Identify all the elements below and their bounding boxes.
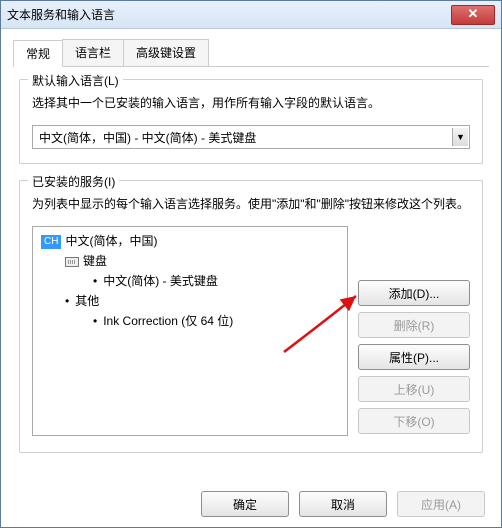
group-installed-services: 已安装的服务(I) 为列表中显示的每个输入语言选择服务。使用"添加"和"删除"按…: [19, 180, 483, 453]
tree-other-label: 其他: [75, 294, 99, 308]
cancel-button[interactable]: 取消: [299, 491, 387, 517]
content-area: 常规 语言栏 高级键设置 默认输入语言(L) 选择其中一个已安装的输入语言，用作…: [1, 29, 501, 453]
lang-badge-icon: CH: [41, 235, 61, 249]
default-language-dropdown[interactable]: 中文(简体，中国) - 中文(简体) - 美式键盘 ▼: [32, 125, 470, 149]
tree-keyboard-item[interactable]: • 中文(简体) - 美式键盘: [37, 271, 343, 291]
tree-keyboard-item-label: 中文(简体) - 美式键盘: [103, 274, 218, 288]
chevron-down-icon: ▼: [452, 128, 468, 146]
tree-root[interactable]: CH 中文(简体，中国): [37, 231, 343, 251]
close-icon: ✕: [468, 6, 479, 21]
group-default-language-legend: 默认输入语言(L): [28, 72, 123, 89]
bullet-icon: •: [93, 274, 97, 288]
tree-keyboard-label: 键盘: [83, 254, 107, 268]
tab-bar: 常规 语言栏 高级键设置: [13, 39, 489, 67]
window-title: 文本服务和输入语言: [7, 6, 451, 23]
titlebar: 文本服务和输入语言 ✕: [1, 1, 501, 29]
tab-langbar[interactable]: 语言栏: [62, 39, 124, 66]
keyboard-icon: [65, 257, 79, 267]
service-buttons: 添加(D)... 删除(R) 属性(P)... 上移(U) 下移(O): [358, 226, 470, 436]
tree-keyboard[interactable]: 键盘: [37, 251, 343, 271]
tree-other-item[interactable]: • Ink Correction (仅 64 位): [37, 311, 343, 331]
bullet-icon: •: [65, 294, 69, 308]
remove-button: 删除(R): [358, 312, 470, 338]
group-installed-services-legend: 已安装的服务(I): [28, 173, 119, 190]
tree-other-item-label: Ink Correction (仅 64 位): [103, 314, 233, 328]
default-language-desc: 选择其中一个已安装的输入语言，用作所有输入字段的默认语言。: [32, 94, 470, 113]
installed-services-desc: 为列表中显示的每个输入语言选择服务。使用"添加"和"删除"按钮来修改这个列表。: [32, 195, 470, 214]
movedown-button: 下移(O): [358, 408, 470, 434]
ok-button[interactable]: 确定: [201, 491, 289, 517]
close-button[interactable]: ✕: [451, 5, 495, 25]
tab-general[interactable]: 常规: [13, 40, 63, 67]
add-button[interactable]: 添加(D)...: [358, 280, 470, 306]
bullet-icon: •: [93, 314, 97, 328]
tab-advanced-keys[interactable]: 高级键设置: [123, 39, 209, 66]
tree-root-label: 中文(简体，中国): [65, 234, 157, 248]
services-tree[interactable]: CH 中文(简体，中国) 键盘 • 中文(简体) - 美式键盘 • 其他 • Ink C…: [32, 226, 348, 436]
default-language-value: 中文(简体，中国) - 中文(简体) - 美式键盘: [39, 129, 463, 146]
moveup-button: 上移(U): [358, 376, 470, 402]
dialog-window: 文本服务和输入语言 ✕ 常规 语言栏 高级键设置 默认输入语言(L) 选择其中一…: [0, 0, 502, 528]
tree-other[interactable]: • 其他: [37, 291, 343, 311]
dialog-footer: 确定 取消 应用(A): [201, 491, 485, 517]
apply-button: 应用(A): [397, 491, 485, 517]
group-default-language: 默认输入语言(L) 选择其中一个已安装的输入语言，用作所有输入字段的默认语言。 …: [19, 79, 483, 164]
properties-button[interactable]: 属性(P)...: [358, 344, 470, 370]
